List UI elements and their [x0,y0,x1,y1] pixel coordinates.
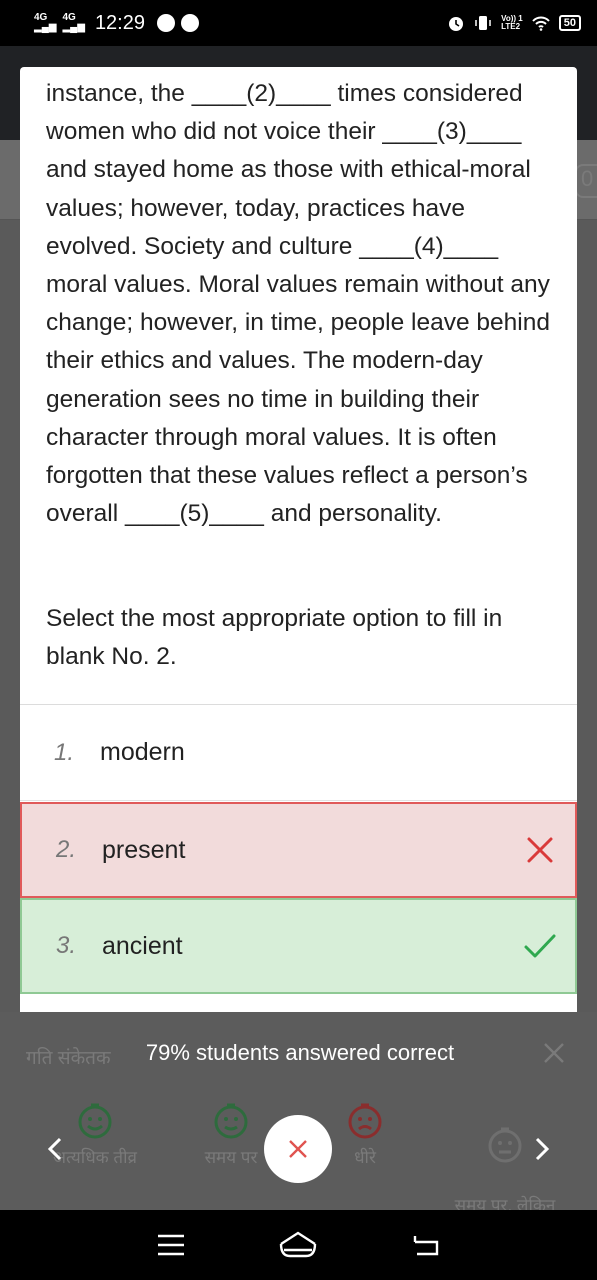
navigation-bar [0,1210,597,1280]
speed-label: अत्यधिक तीव्र [53,1148,137,1167]
feedback-text: 79% students answered correct [145,1040,455,1065]
question-dialog: instance, the ____(2)____ times consider… [20,67,577,1026]
wifi-icon [532,16,550,31]
smile-face-icon [214,1103,248,1139]
option-number: 3. [56,932,77,959]
signal-icon-2: 4G ▂▄▆ [62,12,85,33]
option-label: ancient [102,931,183,960]
vibrate-icon [475,16,491,30]
option-3[interactable]: 3. ancient [20,898,577,994]
back-icon[interactable] [411,1232,441,1258]
option-label: present [102,835,186,864]
passage-text: instance, the ____(2)____ times consider… [46,80,557,528]
status-bar: 4G ▂▄▆ 4G ▂▄▆ 12:29 Vo)) 1 LTE2 50 [0,0,597,46]
check-icon [524,934,556,958]
status-time: 12:29 [94,11,145,34]
signal-icon: 4G ▂▄▆ [34,12,57,33]
chevron-left-icon[interactable] [46,1136,64,1162]
menu-icon[interactable] [156,1233,186,1257]
close-dialog-button[interactable] [264,1115,332,1183]
telegram-icon [157,14,175,32]
chevron-right-icon[interactable] [533,1136,551,1162]
app-notification-icon [181,14,199,32]
option-1[interactable]: 1. modern [20,705,577,801]
close-icon [289,1140,307,1158]
cross-icon [527,837,553,863]
sad-face-icon [348,1103,382,1139]
option-2[interactable]: 2. present [20,802,577,898]
option-label: modern [100,738,185,766]
speed-label: धीरे [354,1148,376,1167]
question-text: Select the most appropriate option to fi… [46,605,503,670]
option-number: 1. [54,738,75,766]
passage: instance, the ____(2)____ times consider… [46,75,556,533]
battery-icon: 50 [558,15,581,31]
option-number: 2. [56,836,77,863]
home-icon[interactable] [278,1230,318,1260]
neutral-face-icon [488,1127,522,1163]
volte-icon: Vo)) 1 LTE2 [501,14,523,31]
speed-slow: धीरे [320,1100,410,1170]
happy-face-icon [78,1103,112,1139]
alarm-icon [449,17,464,31]
background-badge: 0 [575,164,597,198]
speed-label: समय पर [204,1148,258,1167]
